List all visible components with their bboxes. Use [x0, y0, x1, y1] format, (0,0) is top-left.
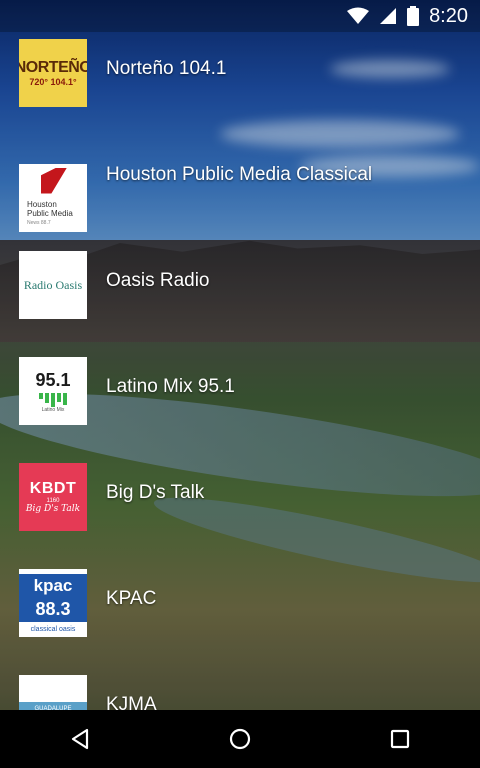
station-name: Latino Mix 95.1 — [106, 376, 235, 397]
recents-icon — [390, 729, 410, 749]
back-icon — [71, 728, 89, 750]
station-row-latino-mix[interactable]: 95.1 Latino Mix Latino Mix 95.1 — [0, 350, 480, 455]
logo-sub: Big D's Talk — [25, 504, 81, 514]
logo-text: Houston Public Media — [27, 199, 73, 218]
station-name: KPAC — [106, 588, 157, 609]
station-row-big-ds-talk[interactable]: KBDT 1160 Big D's Talk Big D's Talk — [0, 456, 480, 561]
station-name: Big D's Talk — [106, 482, 205, 503]
clock: 8:20 — [429, 4, 468, 27]
navigation-bar — [0, 710, 480, 768]
recents-button[interactable] — [370, 710, 430, 768]
logo-sub: classical oasis — [30, 625, 76, 633]
home-icon — [229, 728, 251, 750]
station-list[interactable]: NORTEÑO 720° 104.1° Norteño 104.1 Housto… — [0, 32, 480, 710]
station-row-houston-public-media[interactable]: Houston Public Media News 88.7 Houston Pu… — [0, 138, 480, 243]
equalizer-icon — [39, 392, 67, 407]
logo-freq: 720° 104.1° — [29, 77, 77, 87]
home-button[interactable] — [210, 710, 270, 768]
hpm-mark-icon — [41, 167, 67, 194]
station-logo: Houston Public Media News 88.7 — [19, 163, 87, 232]
logo-text: NORTEÑO — [19, 59, 87, 76]
station-logo: kpac 88.3 classical oasis — [19, 569, 87, 637]
logo-sub: Latino Mix — [41, 406, 65, 413]
logo-text: KBDT — [29, 480, 77, 497]
station-row-oasis-radio[interactable]: Radio Oasis Oasis Radio — [0, 244, 480, 349]
signal-icon — [379, 7, 397, 25]
wifi-icon — [347, 7, 370, 25]
logo-sub: News 88.7 — [27, 219, 51, 226]
station-name: Norteño 104.1 — [106, 58, 227, 79]
logo-text: GUADALUPE — [19, 702, 87, 710]
logo-text: Radio Oasis — [23, 277, 83, 292]
station-logo: Radio Oasis — [19, 251, 87, 319]
station-name: Houston Public Media Classical — [106, 164, 373, 185]
station-name: KJMA — [106, 694, 157, 710]
station-name: Oasis Radio — [106, 270, 210, 291]
status-bar: 8:20 — [0, 0, 480, 32]
station-logo: 95.1 Latino Mix — [19, 357, 87, 425]
station-row-norteno[interactable]: NORTEÑO 720° 104.1° Norteño 104.1 — [0, 32, 480, 137]
station-logo: GUADALUPE — [19, 675, 87, 710]
logo-text: 95.1 — [35, 369, 71, 390]
battery-icon — [407, 6, 420, 26]
station-row-kjma[interactable]: GUADALUPE KJMA — [0, 668, 480, 710]
back-button[interactable] — [50, 710, 110, 768]
logo-freq: 88.3 — [19, 597, 87, 622]
logo-text: kpac — [19, 573, 87, 598]
station-row-kpac[interactable]: kpac 88.3 classical oasis KPAC — [0, 562, 480, 667]
station-logo: NORTEÑO 720° 104.1° — [19, 39, 87, 107]
station-logo: KBDT 1160 Big D's Talk — [19, 463, 87, 531]
